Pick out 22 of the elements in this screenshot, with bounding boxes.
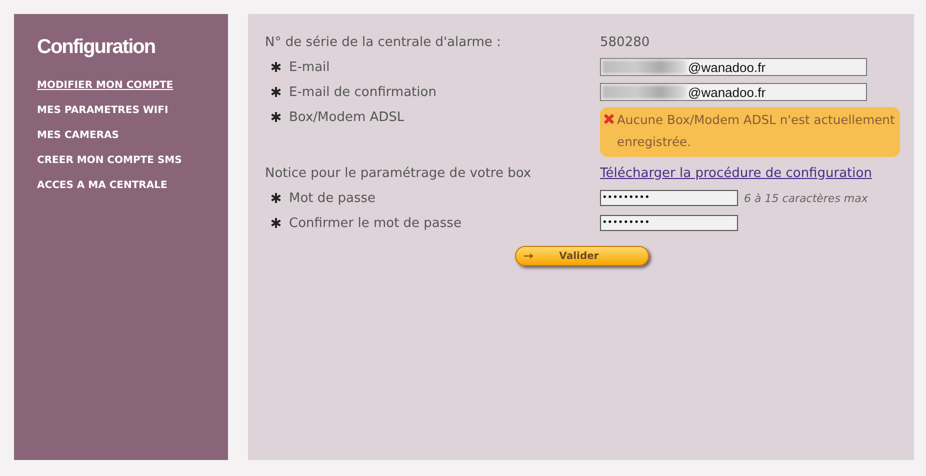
field-label: Mot de passe [289, 190, 376, 206]
field-label: E-mail [289, 60, 330, 74]
sidebar-link[interactable]: CREER MON COMPTE SMS [37, 155, 182, 166]
field-label: Confirmer le mot de passe [289, 216, 462, 230]
field-label: Notice pour le paramétrage de votre box [265, 166, 532, 180]
field-label: Box/Modem ADSL [289, 110, 404, 124]
error-icon [604, 114, 614, 124]
error-message: Aucune Box/Modem ADSL n'est actuellement enregistrée. [600, 107, 900, 157]
validate-button[interactable]: Valider [515, 246, 649, 266]
sidebar-link[interactable]: MES PARAMETRES WIFI [37, 105, 168, 116]
sidebar-link[interactable]: ACCES A MA CENTRALE [37, 180, 168, 191]
arrow-icon [524, 253, 534, 259]
sidebar-title: Configuration [37, 36, 156, 59]
field-label: E-mail de confirmation [289, 84, 436, 100]
password-field[interactable]: ••••••••• [600, 190, 738, 206]
field-label: N° de série de la centrale d'alarme : [265, 34, 501, 50]
sidebar-link[interactable]: MES CAMERAS [37, 130, 119, 141]
field-hint: 6 à 15 caractères max [744, 192, 868, 204]
password-field[interactable]: ••••••••• [600, 215, 738, 231]
serial-number: 580280 [600, 34, 650, 50]
download-link[interactable]: Télécharger la procédure de configuration [600, 166, 872, 180]
sidebar-link[interactable]: MODIFIER MON COMPTE [37, 80, 174, 91]
